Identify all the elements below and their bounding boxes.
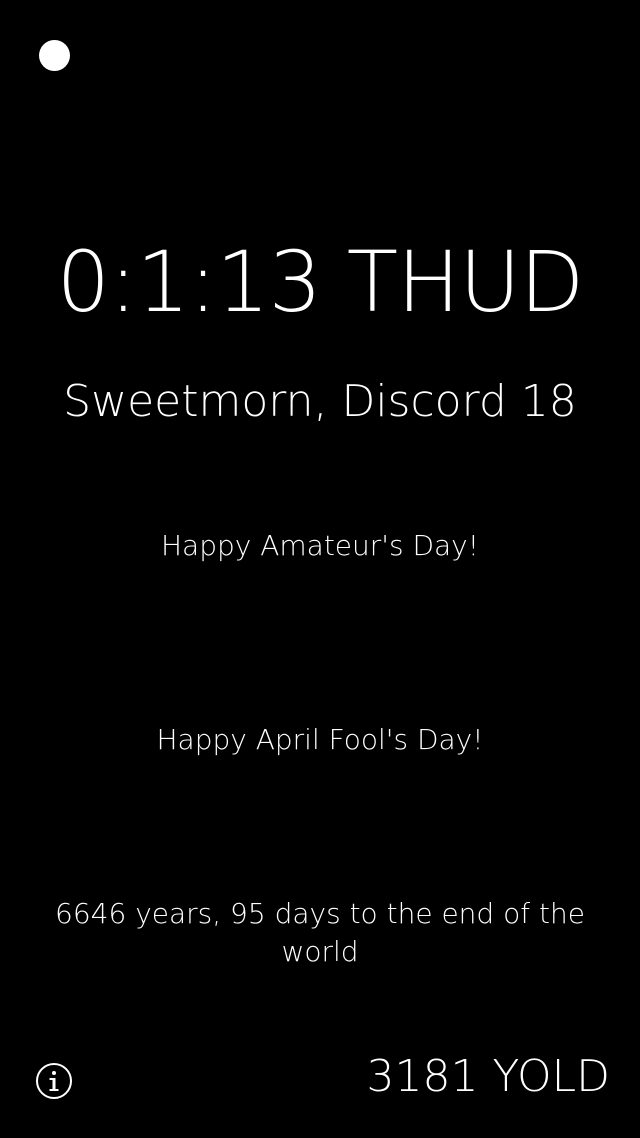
info-icon[interactable] bbox=[35, 1062, 73, 1100]
date-label: Sweetmorn, Discord 18 bbox=[63, 376, 577, 427]
holiday-message: Happy Amateur's Day! bbox=[161, 529, 479, 562]
clock-time: 0:1:13 THUD bbox=[56, 233, 585, 331]
menu-dot-icon[interactable] bbox=[39, 40, 70, 71]
year-label: 3181 YOLD bbox=[366, 1051, 610, 1102]
holiday-message: Happy April Fool's Day! bbox=[156, 723, 484, 756]
info-icon-graphic bbox=[36, 1063, 72, 1099]
end-of-world-countdown: 6646 years, 95 days to the end of the wo… bbox=[55, 897, 585, 968]
